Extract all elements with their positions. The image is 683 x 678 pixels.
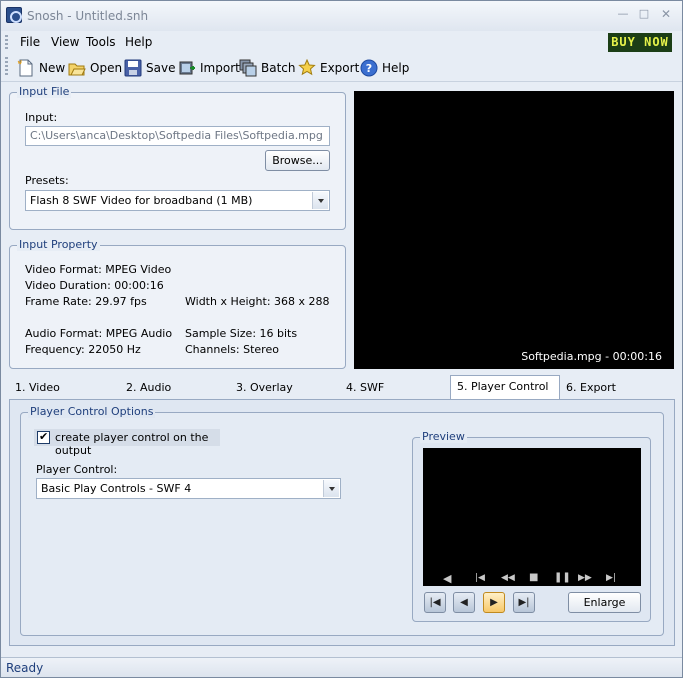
preview-group: Preview ◀ |◀ ◀◀ ■ ❚❚ ▶▶ ▶| |◀ ◀ ▶ ▶| Enl…: [412, 430, 651, 622]
open-folder-icon: [68, 63, 86, 76]
create-control-row[interactable]: create player control on the output: [34, 429, 220, 457]
app-window: Snosh - Untitled.snh — □ ✕ File View Too…: [0, 0, 683, 678]
menu-help[interactable]: Help: [125, 35, 152, 49]
window-title: Snosh - Untitled.snh: [27, 9, 149, 23]
channels-text: Channels: Stereo: [185, 343, 279, 356]
tab-bar: 1. Video 2. Audio 3. Overlay 4. SWF 5. P…: [9, 375, 675, 399]
tab-audio[interactable]: 2. Audio: [120, 377, 177, 399]
save-button[interactable]: Save: [124, 57, 175, 79]
sample-size-text: Sample Size: 16 bits: [185, 327, 298, 340]
status-bar: Ready: [1, 657, 682, 677]
import-film-icon: [179, 61, 195, 75]
player-control-value: Basic Play Controls - SWF 4: [41, 482, 192, 495]
svg-text:?: ?: [366, 62, 372, 75]
input-label: Input:: [25, 111, 58, 124]
maximize-button[interactable]: □: [635, 6, 653, 22]
input-file-legend: Input File: [17, 85, 72, 98]
input-property-legend: Input Property: [17, 238, 100, 251]
help-button[interactable]: ? Help: [360, 57, 409, 79]
frequency-text: Frequency: 22050 Hz: [25, 343, 141, 356]
volume-icon: ◀: [443, 572, 452, 585]
close-button[interactable]: ✕: [657, 6, 675, 22]
chevron-down-icon[interactable]: [312, 192, 328, 209]
player-control-options-legend: Player Control Options: [28, 405, 156, 418]
player-control-options-group: Player Control Options create player con…: [20, 405, 664, 636]
buy-now-button[interactable]: BUY NOW: [608, 33, 672, 52]
menu-grip: [5, 35, 8, 50]
tab-video[interactable]: 1. Video: [9, 377, 66, 399]
tab-swf[interactable]: 4. SWF: [340, 377, 390, 399]
preview-legend: Preview: [420, 430, 467, 443]
pause-icon: ❚❚: [554, 572, 571, 583]
save-label: Save: [146, 61, 176, 75]
video-caption: Softpedia.mpg - 00:00:16: [521, 350, 662, 363]
save-disk-icon: [124, 59, 142, 77]
preview-screen[interactable]: ◀ |◀ ◀◀ ■ ❚❚ ▶▶ ▶|: [423, 448, 641, 586]
chevron-down-icon[interactable]: [323, 480, 339, 497]
input-file-group: Input File Input: C:\Users\anca\Desktop\…: [9, 85, 346, 230]
new-document-icon: [17, 59, 33, 77]
status-text: Ready: [6, 661, 44, 675]
tab-export[interactable]: 6. Export: [560, 377, 622, 399]
import-button[interactable]: Import: [178, 57, 240, 79]
fast-forward-icon: ▶▶: [578, 573, 592, 583]
play-button[interactable]: ▶: [483, 592, 505, 613]
video-format-text: Video Format: MPEG Video: [25, 263, 172, 276]
open-button[interactable]: Open: [68, 57, 122, 79]
export-label: Export: [320, 61, 360, 75]
batch-films-icon: [239, 59, 257, 77]
prev-frame-button[interactable]: ◀: [453, 592, 475, 613]
player-control-select[interactable]: Basic Play Controls - SWF 4: [36, 478, 341, 499]
skip-forward-icon: ▶|: [606, 573, 616, 583]
menu-view[interactable]: View: [51, 35, 79, 49]
first-frame-button[interactable]: |◀: [424, 592, 446, 613]
player-control-panel: Player Control Options create player con…: [9, 399, 675, 646]
video-duration-text: Video Duration: 00:00:16: [25, 279, 164, 292]
input-path-field[interactable]: C:\Users\anca\Desktop\Softpedia Files\So…: [25, 126, 330, 146]
minimize-button[interactable]: —: [614, 6, 632, 22]
skip-back-icon: |◀: [475, 573, 485, 583]
width-height-text: Width x Height: 368 x 288: [185, 295, 330, 308]
create-control-checkbox[interactable]: [37, 430, 50, 444]
tab-player-control[interactable]: 5. Player Control: [450, 375, 560, 399]
presets-select[interactable]: Flash 8 SWF Video for broadband (1 MB): [25, 190, 330, 211]
browse-button[interactable]: Browse...: [265, 150, 330, 171]
audio-format-text: Audio Format: MPEG Audio: [25, 327, 173, 340]
help-label: Help: [382, 61, 410, 75]
new-button[interactable]: New: [17, 57, 65, 79]
menu-file[interactable]: File: [20, 35, 40, 49]
frame-rate-text: Frame Rate: 29.97 fps: [25, 295, 147, 308]
title-bar: Snosh - Untitled.snh — □ ✕: [1, 1, 682, 31]
menu-tools[interactable]: Tools: [86, 35, 116, 49]
last-frame-button[interactable]: ▶|: [513, 592, 535, 613]
input-property-group: Input Property Video Format: MPEG Video …: [9, 238, 346, 369]
import-label: Import: [200, 61, 240, 75]
open-label: Open: [90, 61, 123, 75]
export-button[interactable]: Export: [298, 57, 359, 79]
menu-bar: File View Tools Help BUY NOW: [1, 31, 682, 53]
new-label: New: [39, 61, 66, 75]
help-question-icon: ?: [360, 59, 378, 77]
app-icon: [6, 7, 22, 23]
video-preview[interactable]: Softpedia.mpg - 00:00:16: [354, 91, 674, 369]
stop-icon: ■: [529, 572, 539, 583]
create-control-label: create player control on the output: [55, 431, 209, 457]
export-star-icon: [298, 59, 316, 76]
presets-label: Presets:: [25, 174, 69, 187]
batch-button[interactable]: Batch: [239, 57, 296, 79]
toolbar: New Open Save Import Batch Export ? Help: [1, 54, 682, 82]
enlarge-button[interactable]: Enlarge: [568, 592, 641, 613]
toolbar-grip: [5, 57, 8, 77]
player-control-label: Player Control:: [36, 463, 118, 476]
rewind-icon: ◀◀: [501, 573, 515, 583]
presets-value: Flash 8 SWF Video for broadband (1 MB): [30, 194, 253, 207]
tab-overlay[interactable]: 3. Overlay: [230, 377, 299, 399]
batch-label: Batch: [261, 61, 296, 75]
